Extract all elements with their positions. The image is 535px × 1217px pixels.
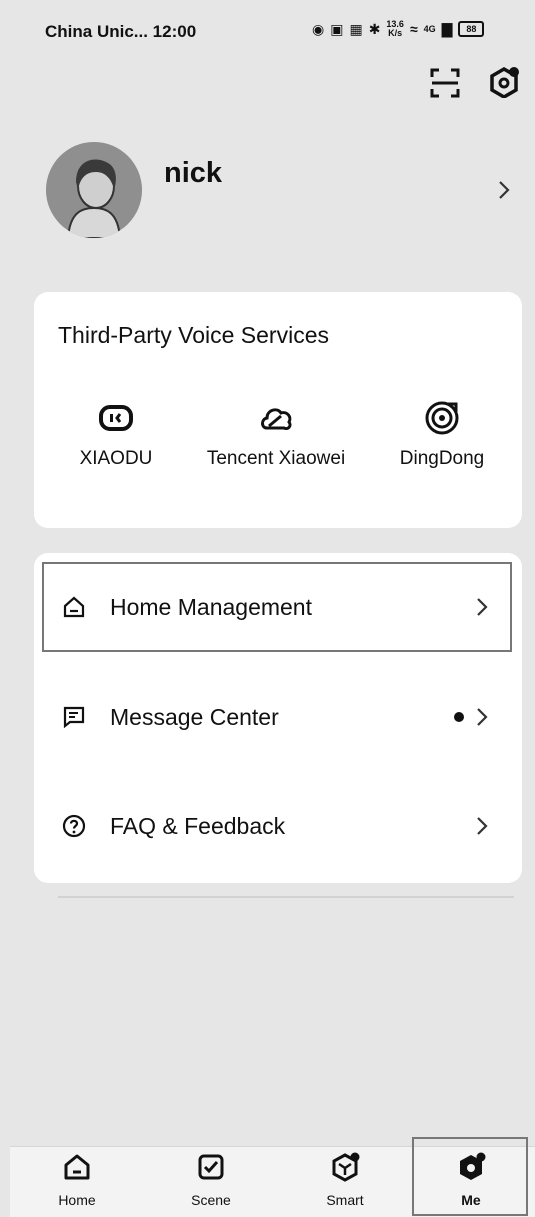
menu-item-label: Message Center: [110, 703, 279, 730]
xiaodu-icon: [99, 405, 133, 431]
network-speed: 13.6 K/s: [386, 19, 404, 38]
signal-icon: ▇: [441, 20, 453, 37]
dingdong-icon: [425, 401, 459, 435]
profile-icon: [460, 1152, 486, 1180]
nav-me[interactable]: Me: [421, 1152, 521, 1208]
eye-icon: ◉: [312, 20, 325, 37]
service-tencent-xiaowei[interactable]: Tencent Xiaowei: [206, 400, 346, 470]
status-carrier-time: China Unic... 12:00: [45, 22, 197, 41]
avatar[interactable]: [46, 142, 142, 238]
chevron-right-icon: [477, 817, 488, 835]
cloud-icon: [261, 408, 292, 430]
house-icon: [63, 596, 85, 618]
checkbox-icon: [198, 1154, 224, 1180]
question-icon: [62, 814, 86, 838]
status-icons: ◉ ▣ ▦ ✱ 13.6 K/s ≈ 4G ▇ 88: [312, 19, 485, 38]
chevron-right-icon: [477, 598, 488, 616]
nfc-icon: ▣: [330, 20, 344, 37]
menu-item-faq-feedback[interactable]: FAQ & Feedback: [44, 783, 510, 869]
nav-scene[interactable]: Scene: [161, 1152, 261, 1208]
menu-item-message-center[interactable]: Message Center: [44, 674, 510, 760]
cube-icon: [332, 1152, 360, 1182]
nav-home[interactable]: Home: [27, 1152, 127, 1208]
network-type: 4G: [423, 24, 436, 34]
menu-item-label: Home Management: [110, 593, 312, 620]
chevron-right-icon: [477, 708, 488, 726]
username[interactable]: nick: [164, 157, 222, 190]
battery-icon: 88: [458, 21, 485, 37]
home-icon: [64, 1154, 90, 1180]
nav-smart[interactable]: Smart: [295, 1152, 395, 1208]
service-xiaodu[interactable]: XIAODU: [46, 400, 186, 470]
settings-icon[interactable]: [488, 66, 520, 98]
scan-icon[interactable]: [430, 68, 460, 98]
vibrate-icon: ▦: [349, 20, 363, 37]
chevron-right-icon[interactable]: [498, 180, 510, 200]
message-icon: [63, 706, 85, 729]
menu-item-home-management[interactable]: Home Management: [42, 562, 512, 652]
menu-item-label: FAQ & Feedback: [110, 812, 286, 839]
service-dingdong[interactable]: DingDong: [372, 400, 512, 470]
bluetooth-icon: ✱: [368, 20, 381, 37]
voice-services-title: Third-Party Voice Services: [58, 322, 329, 348]
wifi-icon: ≈: [409, 21, 418, 37]
divider: [58, 896, 514, 898]
avatar-image: [46, 142, 142, 238]
unread-dot: [454, 712, 464, 722]
